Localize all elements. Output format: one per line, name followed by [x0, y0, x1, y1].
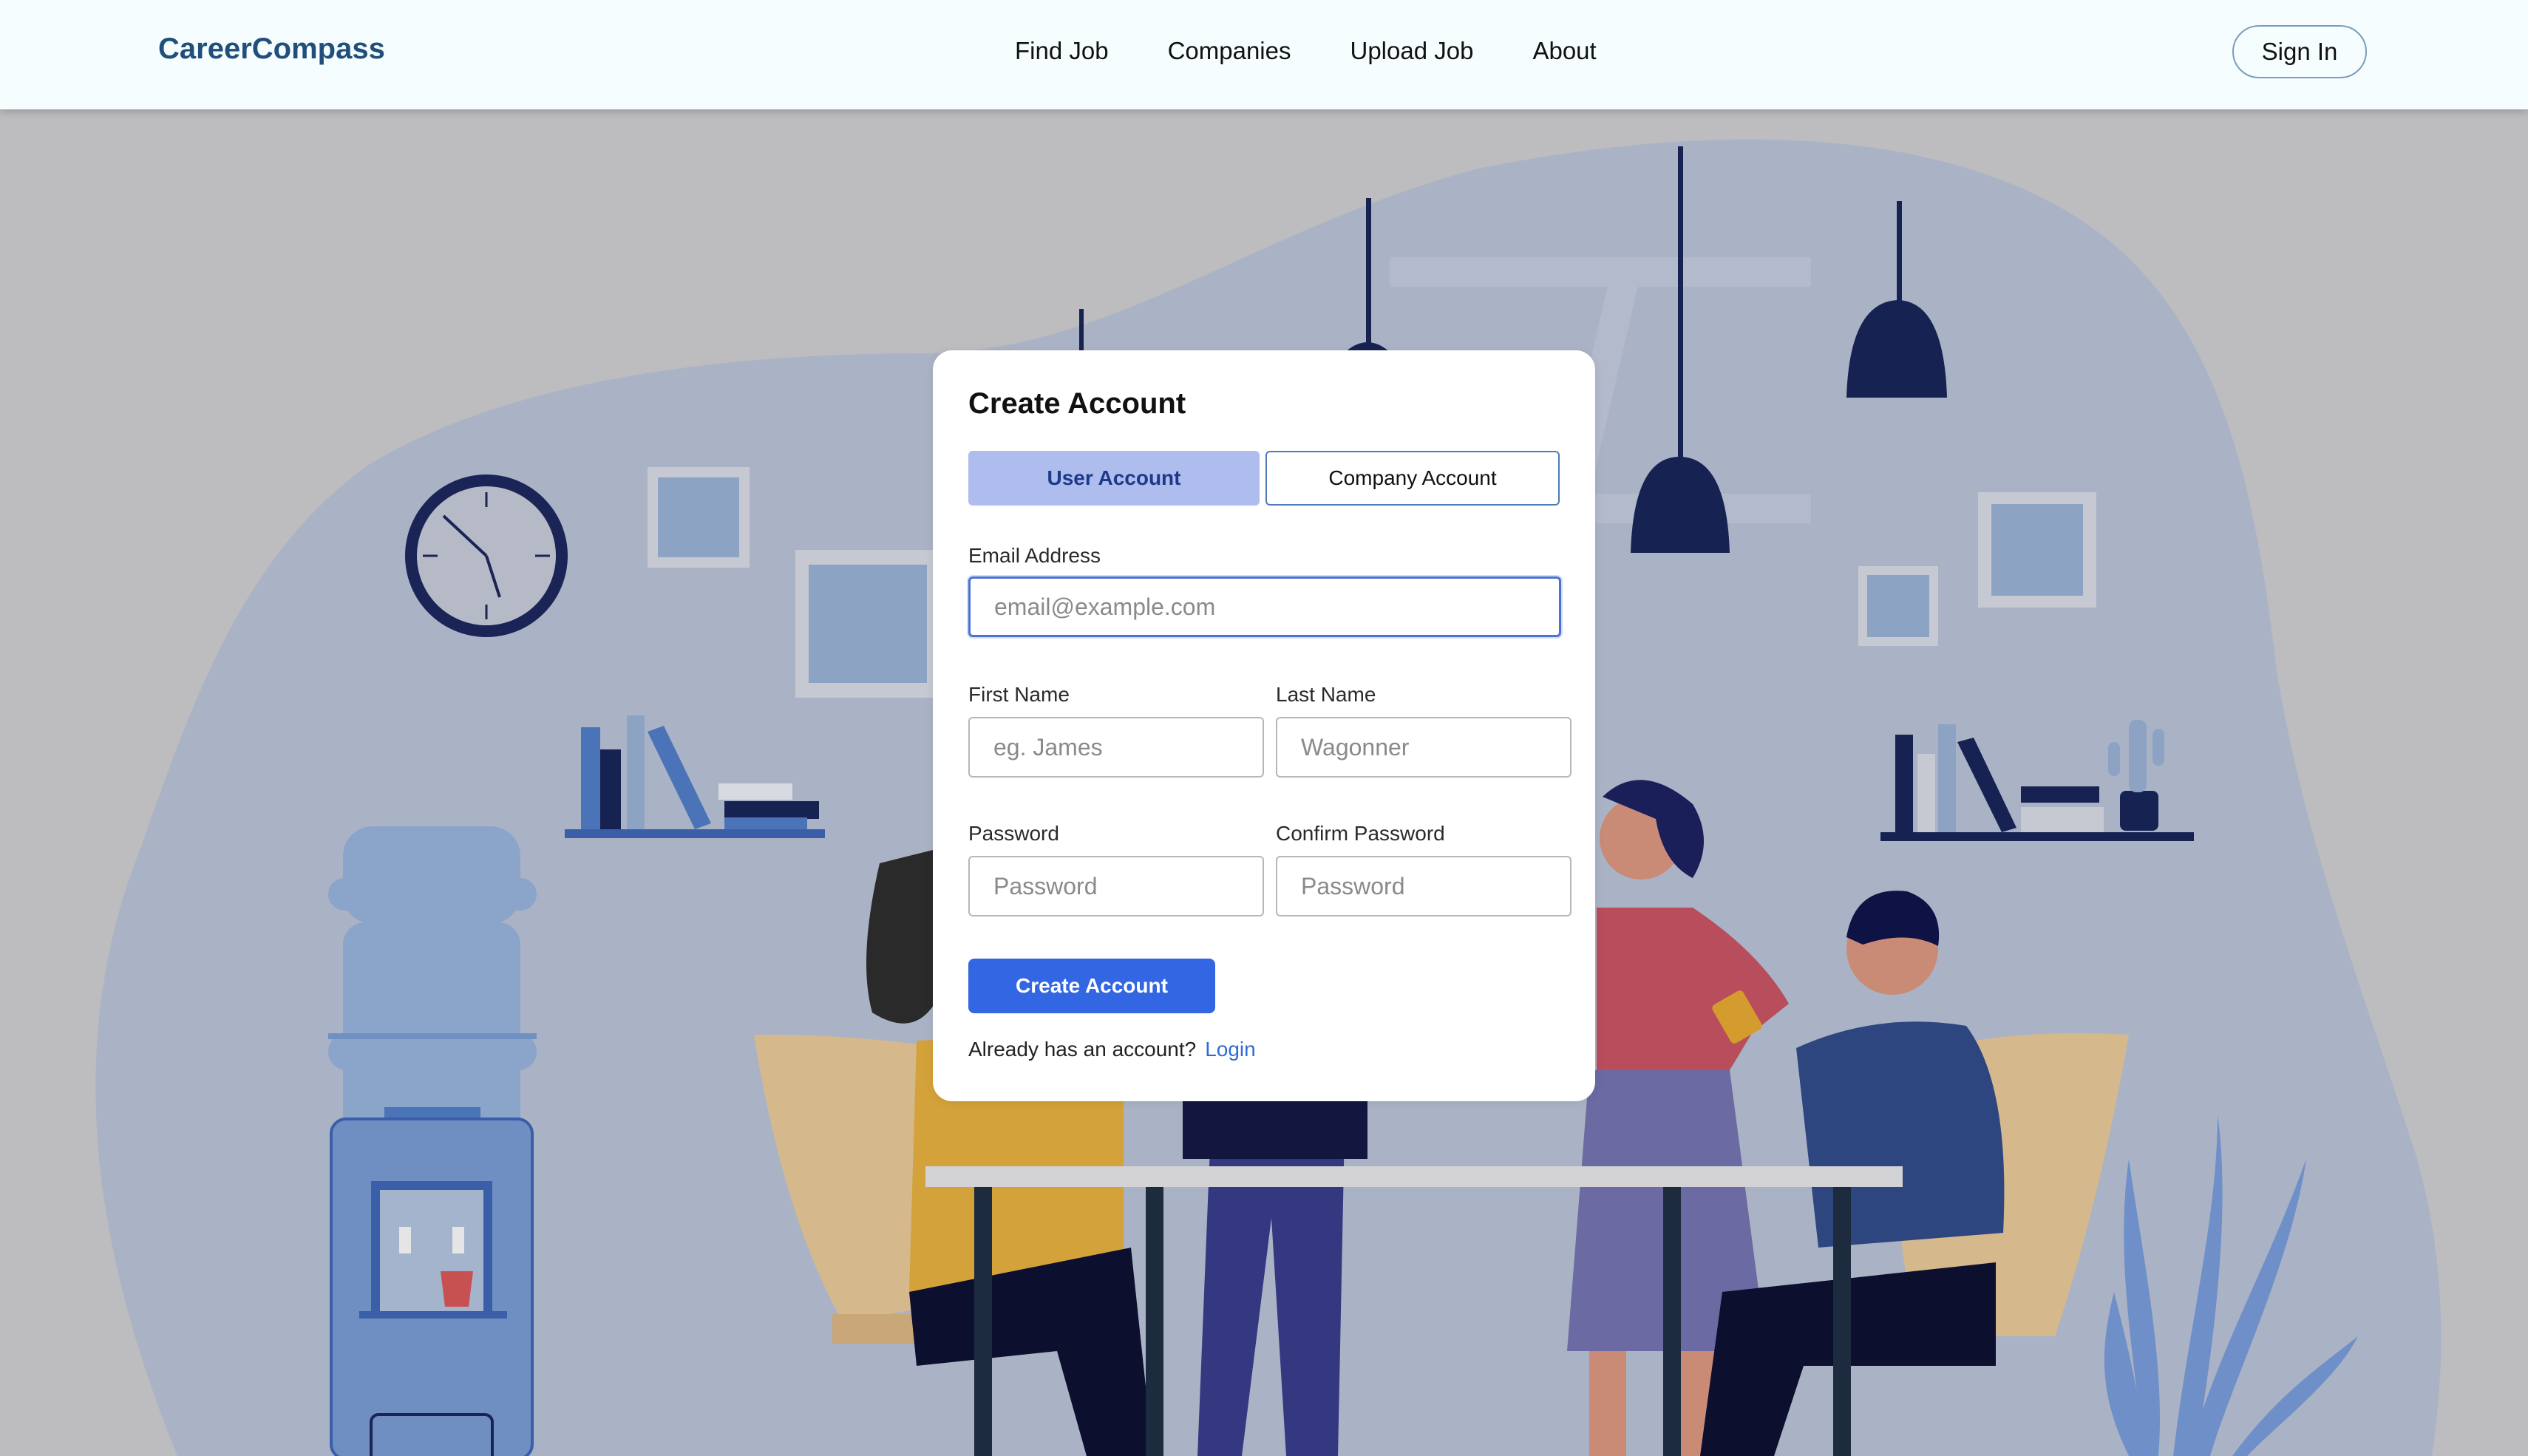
confirm-password-label: Confirm Password — [1276, 822, 1445, 845]
first-name-field[interactable] — [968, 717, 1264, 778]
email-label: Email Address — [968, 544, 1101, 567]
login-link[interactable]: Login — [1205, 1038, 1256, 1061]
card-title: Create Account — [968, 387, 1186, 420]
login-prompt-text: Already has an account? — [968, 1038, 1197, 1061]
password-label: Password — [968, 822, 1059, 845]
email-field[interactable] — [968, 576, 1561, 637]
last-name-field[interactable] — [1276, 717, 1571, 778]
nav-link-companies[interactable]: Companies — [1168, 37, 1291, 65]
brand-logo[interactable]: CareerCompass — [158, 33, 385, 66]
confirm-password-field[interactable] — [1276, 856, 1571, 916]
password-field[interactable] — [968, 856, 1264, 916]
tab-user-account[interactable]: User Account — [968, 451, 1260, 506]
nav-link-about[interactable]: About — [1532, 37, 1596, 65]
nav-links: Find Job Companies Upload Job About — [1015, 37, 1656, 65]
last-name-label: Last Name — [1276, 683, 1376, 706]
create-account-card: Create Account User Account Company Acco… — [933, 350, 1595, 1101]
wall-clock-icon — [405, 474, 568, 637]
nav-link-upload-job[interactable]: Upload Job — [1350, 37, 1474, 65]
tab-company-account[interactable]: Company Account — [1265, 451, 1560, 506]
nav-link-find-job[interactable]: Find Job — [1015, 37, 1109, 65]
login-prompt: Already has an account? Login — [968, 1038, 1256, 1061]
top-navbar: CareerCompass Find Job Companies Upload … — [0, 0, 2528, 109]
sign-in-button[interactable]: Sign In — [2232, 25, 2367, 78]
first-name-label: First Name — [968, 683, 1070, 706]
create-account-button[interactable]: Create Account — [968, 959, 1215, 1013]
